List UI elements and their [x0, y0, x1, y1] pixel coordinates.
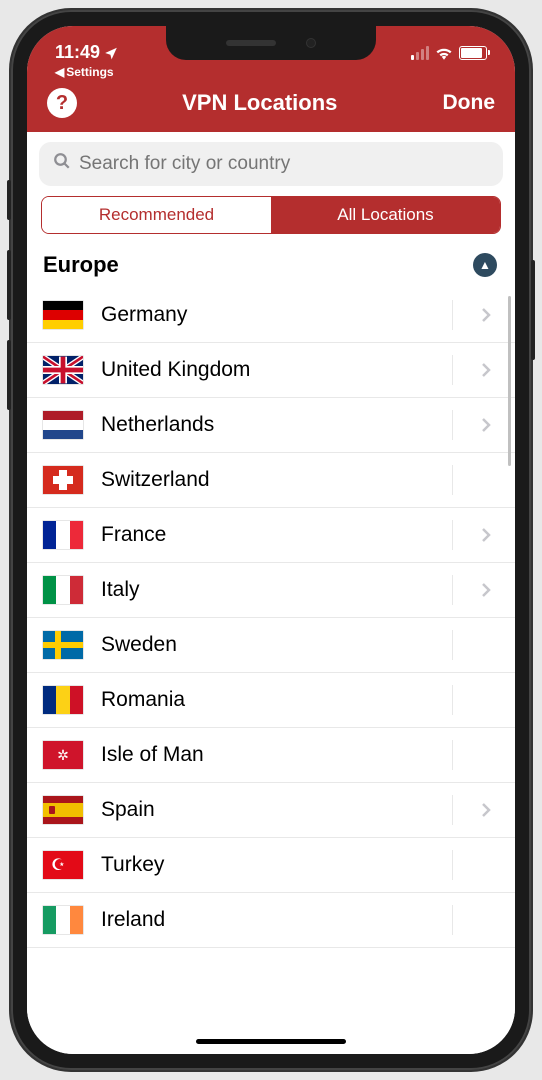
- row-separator: [452, 465, 453, 495]
- flag-icon-im: ✲: [43, 741, 83, 769]
- chevron-right-icon[interactable]: [481, 307, 495, 323]
- country-row-im[interactable]: ✲ Isle of Man: [27, 728, 515, 783]
- battery-icon: [459, 46, 487, 60]
- row-separator: [452, 575, 453, 605]
- country-name: Sweden: [101, 633, 434, 657]
- flag-icon-fr: [43, 521, 83, 549]
- screen: 11:49 ◀ Settings ?: [27, 26, 515, 1054]
- cellular-signal-icon: [411, 46, 429, 60]
- country-name: France: [101, 523, 434, 547]
- flag-icon-ie: [43, 906, 83, 934]
- location-arrow-icon: [104, 46, 118, 60]
- flag-icon-nl: [43, 411, 83, 439]
- chevron-right-icon[interactable]: [481, 582, 495, 598]
- done-button[interactable]: Done: [443, 91, 496, 115]
- row-separator: [452, 740, 453, 770]
- row-separator: [452, 630, 453, 660]
- row-separator: [452, 850, 453, 880]
- location-tabs: Recommended All Locations: [41, 196, 501, 234]
- country-name: Romania: [101, 688, 434, 712]
- country-row-it[interactable]: Italy: [27, 563, 515, 618]
- flag-icon-ro: [43, 686, 83, 714]
- tab-recommended[interactable]: Recommended: [42, 197, 271, 233]
- back-to-app[interactable]: ◀ Settings: [55, 65, 118, 79]
- chevron-up-icon: ▲: [479, 258, 491, 272]
- country-name: Italy: [101, 578, 434, 602]
- country-row-se[interactable]: Sweden: [27, 618, 515, 673]
- country-row-tr[interactable]: ☪︎ Turkey: [27, 838, 515, 893]
- country-name: Spain: [101, 798, 434, 822]
- tab-all-locations[interactable]: All Locations: [271, 197, 500, 233]
- content-area: Recommended All Locations Europe ▲ Germa…: [27, 132, 515, 1054]
- status-time: 11:49: [55, 42, 118, 63]
- search-box[interactable]: [39, 142, 503, 186]
- row-separator: [452, 795, 453, 825]
- section-header: Europe ▲: [27, 244, 515, 288]
- flag-icon-ch: [43, 466, 83, 494]
- search-input[interactable]: [79, 153, 489, 175]
- country-row-uk[interactable]: United Kingdom: [27, 343, 515, 398]
- row-separator: [452, 520, 453, 550]
- page-title: VPN Locations: [182, 90, 337, 116]
- chevron-right-icon[interactable]: [481, 362, 495, 378]
- row-separator: [452, 410, 453, 440]
- country-name: Ireland: [101, 908, 434, 932]
- country-row-nl[interactable]: Netherlands: [27, 398, 515, 453]
- section-title: Europe: [43, 252, 119, 278]
- row-separator: [452, 685, 453, 715]
- flag-icon-uk: [43, 356, 83, 384]
- row-separator: [452, 355, 453, 385]
- country-row-ro[interactable]: Romania: [27, 673, 515, 728]
- scrollbar-indicator: [508, 296, 511, 466]
- collapse-button[interactable]: ▲: [473, 253, 497, 277]
- country-row-fr[interactable]: France: [27, 508, 515, 563]
- flag-icon-it: [43, 576, 83, 604]
- flag-icon-es: [43, 796, 83, 824]
- chevron-right-icon[interactable]: [481, 417, 495, 433]
- country-name: Netherlands: [101, 413, 434, 437]
- help-button[interactable]: ?: [47, 88, 77, 118]
- country-row-de[interactable]: Germany: [27, 288, 515, 343]
- back-chevron-icon: ◀: [55, 65, 64, 79]
- country-name: Isle of Man: [101, 743, 434, 767]
- country-name: United Kingdom: [101, 358, 434, 382]
- chevron-right-icon[interactable]: [481, 527, 495, 543]
- country-name: Turkey: [101, 853, 434, 877]
- country-name: Switzerland: [101, 468, 434, 492]
- wifi-icon: [435, 46, 453, 60]
- phone-frame: 11:49 ◀ Settings ?: [11, 10, 531, 1070]
- row-separator: [452, 905, 453, 935]
- device-notch: [166, 26, 376, 60]
- country-row-es[interactable]: Spain: [27, 783, 515, 838]
- flag-icon-de: [43, 301, 83, 329]
- row-separator: [452, 300, 453, 330]
- home-indicator[interactable]: [196, 1039, 346, 1044]
- country-row-ie[interactable]: Ireland: [27, 893, 515, 948]
- flag-icon-se: [43, 631, 83, 659]
- search-icon: [53, 152, 71, 176]
- chevron-right-icon[interactable]: [481, 802, 495, 818]
- country-row-ch[interactable]: Switzerland: [27, 453, 515, 508]
- country-name: Germany: [101, 303, 434, 327]
- country-list[interactable]: Germany United Kingdom Netherlands Switzerl…: [27, 288, 515, 1054]
- flag-icon-tr: ☪︎: [43, 851, 83, 879]
